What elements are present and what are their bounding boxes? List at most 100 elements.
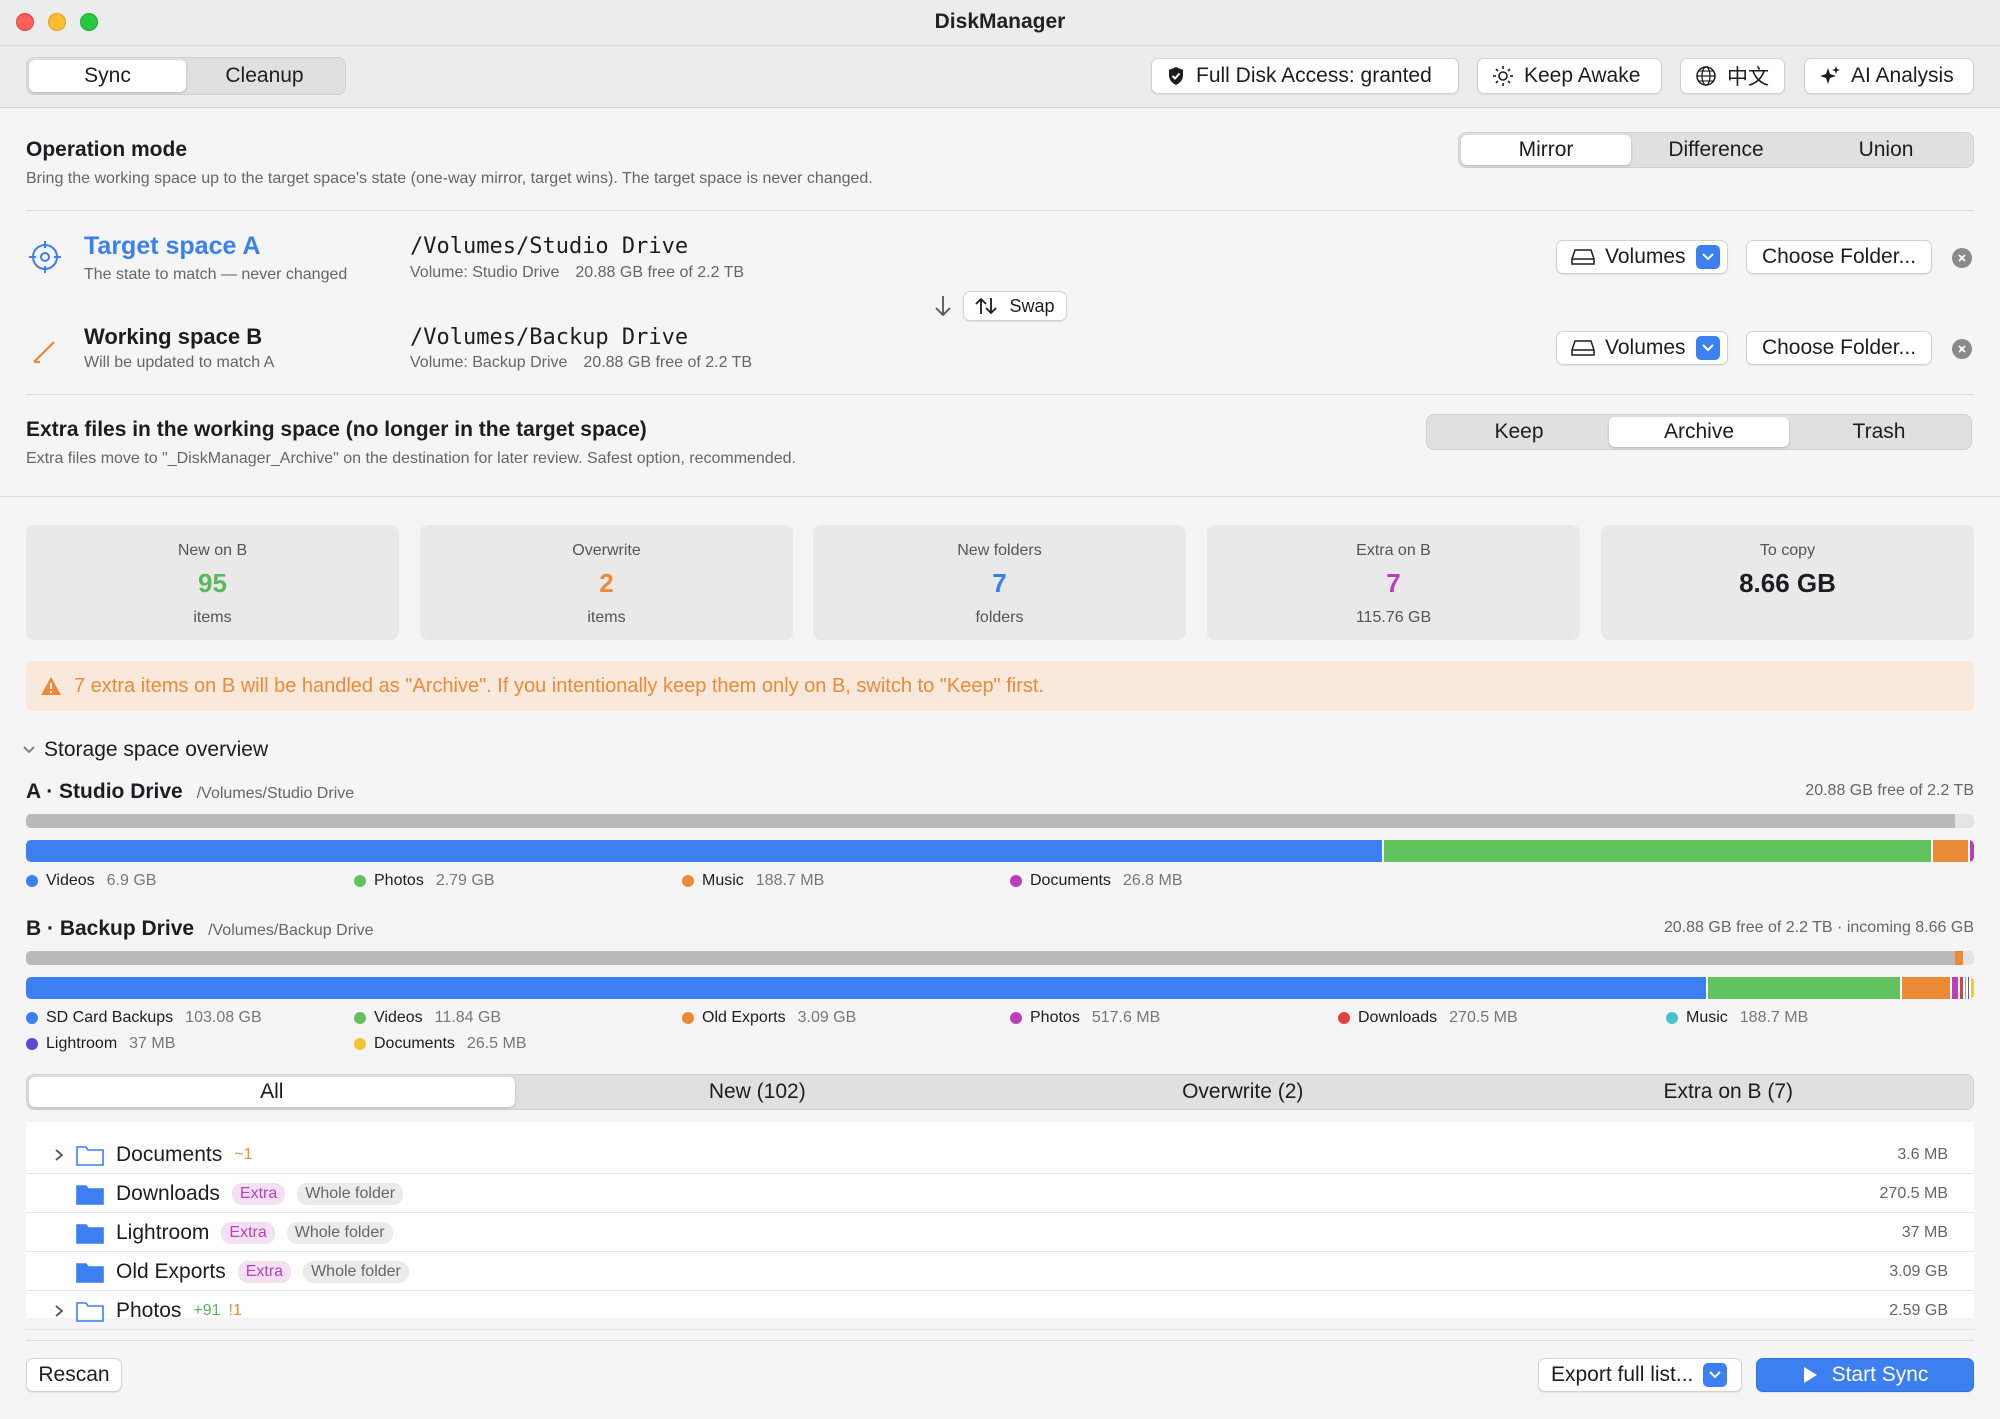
warning-text: 7 extra items on B will be handled as "A…: [74, 674, 1044, 697]
folder-icon: [76, 1262, 104, 1283]
drive-a-legend-item: Videos 6.9 GB: [26, 872, 156, 890]
legend-label: Videos: [374, 1009, 423, 1026]
disclosure-chevron-icon[interactable]: [44, 1148, 74, 1162]
full-disk-access-button[interactable]: Full Disk Access: granted: [1151, 58, 1459, 94]
chevron-down-icon: [1695, 336, 1720, 360]
clear-working-icon[interactable]: [1952, 339, 1972, 359]
legend-dot: [26, 1012, 38, 1024]
globe-icon: [1696, 66, 1716, 86]
drive-icon: [1571, 249, 1595, 265]
drive-b-legend-item: Photos 517.6 MB: [1010, 1009, 1160, 1027]
legend-label: Photos: [1030, 1009, 1080, 1026]
legend-label: Videos: [46, 872, 95, 889]
working-volumes-popup[interactable]: Volumes: [1556, 331, 1728, 365]
legend-size: 270.5 MB: [1449, 1009, 1518, 1026]
table-row[interactable]: Lightroom Extra Whole folder 37 MB: [26, 1214, 1974, 1252]
drive-a-used: [26, 814, 1956, 828]
extra-trash[interactable]: Trash: [1789, 417, 1969, 447]
extra-files-selector: Keep Archive Trash: [1426, 414, 1972, 450]
tab-cleanup[interactable]: Cleanup: [186, 60, 343, 92]
extra-keep[interactable]: Keep: [1429, 417, 1609, 447]
storage-overview-toggle[interactable]: Storage space overview: [22, 738, 268, 762]
drive-b-legend-item: Music 188.7 MB: [1666, 1009, 1808, 1027]
drive-b-legend-item: Documents 26.5 MB: [354, 1035, 527, 1053]
extra-archive[interactable]: Archive: [1609, 417, 1789, 447]
target-volumes-popup[interactable]: Volumes: [1556, 240, 1728, 274]
target-crosshair-icon: [29, 241, 61, 273]
mode-union[interactable]: Union: [1801, 135, 1971, 165]
drive-a-free: 20.88 GB free of 2.2 TB: [1805, 782, 1974, 799]
legend-dot: [682, 1012, 694, 1024]
stat-card-new-folders: New folders 7 folders: [813, 525, 1186, 640]
legend-label: Documents: [1030, 872, 1111, 889]
drive-a-segment: [26, 840, 1384, 862]
mode-difference[interactable]: Difference: [1631, 135, 1801, 165]
toolbar: Sync Cleanup Full Disk Access: granted K…: [0, 46, 2000, 108]
drive-b-header: B · Backup Drive /Volumes/Backup Drive: [26, 917, 373, 941]
mode-mirror[interactable]: Mirror: [1461, 135, 1631, 165]
disclosure-chevron-icon[interactable]: [44, 1304, 74, 1318]
drive-a-capacity-bar: [26, 814, 1974, 828]
drive-b-free: 20.88 GB free of 2.2 TB · incoming 8.66 …: [1663, 919, 1974, 936]
folder-icon: [76, 1223, 104, 1244]
legend-size: 26.5 MB: [466, 1035, 527, 1052]
extra-badge: Extra: [221, 1221, 275, 1244]
sun-icon: [1493, 66, 1513, 86]
file-name: Documents: [116, 1142, 223, 1166]
table-row[interactable]: Documents ~1 3.6 MB: [26, 1136, 1974, 1174]
stat-value: 2: [599, 568, 614, 598]
target-choose-folder-button[interactable]: Choose Folder...: [1746, 240, 1932, 274]
drive-b-breakdown-bar: [26, 977, 1974, 999]
start-sync-label: Start Sync: [1831, 1363, 1929, 1386]
filter-all[interactable]: All: [29, 1077, 515, 1107]
extra-badge: Extra: [237, 1260, 292, 1283]
legend-size: 188.7 MB: [755, 872, 825, 889]
drive-b-incoming: [1955, 951, 1964, 965]
swap-label: Swap: [1009, 295, 1055, 316]
stat-label: To copy: [1759, 542, 1816, 559]
stat-unit: items: [587, 609, 626, 626]
table-row[interactable]: Old Exports Extra Whole folder 3.09 GB: [26, 1253, 1974, 1291]
folder-icon: [76, 1184, 104, 1205]
language-label: 中文: [1727, 66, 1769, 89]
ai-analysis-button[interactable]: AI Analysis: [1804, 58, 1974, 94]
table-row[interactable]: Downloads Extra Whole folder 270.5 MB: [26, 1175, 1974, 1213]
drive-b-segment: [1708, 977, 1902, 999]
filter-extra[interactable]: Extra on B (7): [1486, 1077, 1972, 1107]
stat-label: New on B: [177, 542, 248, 559]
operation-mode-description: Bring the working space up to the target…: [26, 170, 873, 187]
drive-a-legend-item: Photos 2.79 GB: [354, 872, 495, 890]
drive-b-legend-item: Lightroom 37 MB: [26, 1035, 175, 1053]
swap-button[interactable]: Swap: [963, 291, 1067, 321]
stat-label: Overwrite: [572, 542, 641, 559]
drive-a-breakdown-bar: [26, 840, 1974, 862]
working-volumes-label: Volumes: [1605, 336, 1686, 359]
file-name: Lightroom: [116, 1220, 210, 1244]
working-space-title: Working space B: [84, 324, 263, 349]
table-row[interactable]: Photos +91 !1 2.59 GB: [26, 1292, 1974, 1330]
keep-awake-button[interactable]: Keep Awake: [1477, 58, 1662, 94]
legend-size: 3.09 GB: [797, 1009, 857, 1026]
export-list-popup[interactable]: Export full list...: [1538, 1358, 1742, 1392]
pencil-icon: [33, 341, 55, 364]
start-sync-button[interactable]: Start Sync: [1756, 1358, 1974, 1392]
filter-new[interactable]: New (102): [515, 1077, 1001, 1107]
drive-a-segment: [1970, 840, 1974, 862]
operation-mode-selector: Mirror Difference Union: [1458, 132, 1974, 168]
drive-b-legend-item: Downloads 270.5 MB: [1338, 1009, 1518, 1027]
clear-target-icon[interactable]: [1952, 248, 1972, 268]
whole-folder-badge: Whole folder: [286, 1221, 393, 1244]
rescan-button[interactable]: Rescan: [26, 1358, 122, 1392]
working-volume-info: Volume: Backup Drive 20.88 GB free of 2.2…: [410, 354, 752, 372]
drive-icon: [1571, 340, 1595, 356]
tab-sync[interactable]: Sync: [29, 60, 186, 92]
chevron-down-icon: [23, 746, 35, 754]
legend-label: Old Exports: [702, 1009, 786, 1026]
language-button[interactable]: 中文: [1680, 58, 1785, 94]
legend-label: Photos: [374, 872, 424, 889]
file-size: 3.6 MB: [1897, 1145, 1948, 1163]
working-choose-folder-button[interactable]: Choose Folder...: [1746, 331, 1932, 365]
legend-size: 26.8 MB: [1122, 872, 1183, 889]
filter-overwrite[interactable]: Overwrite (2): [1000, 1077, 1486, 1107]
legend-label: Documents: [374, 1035, 455, 1052]
